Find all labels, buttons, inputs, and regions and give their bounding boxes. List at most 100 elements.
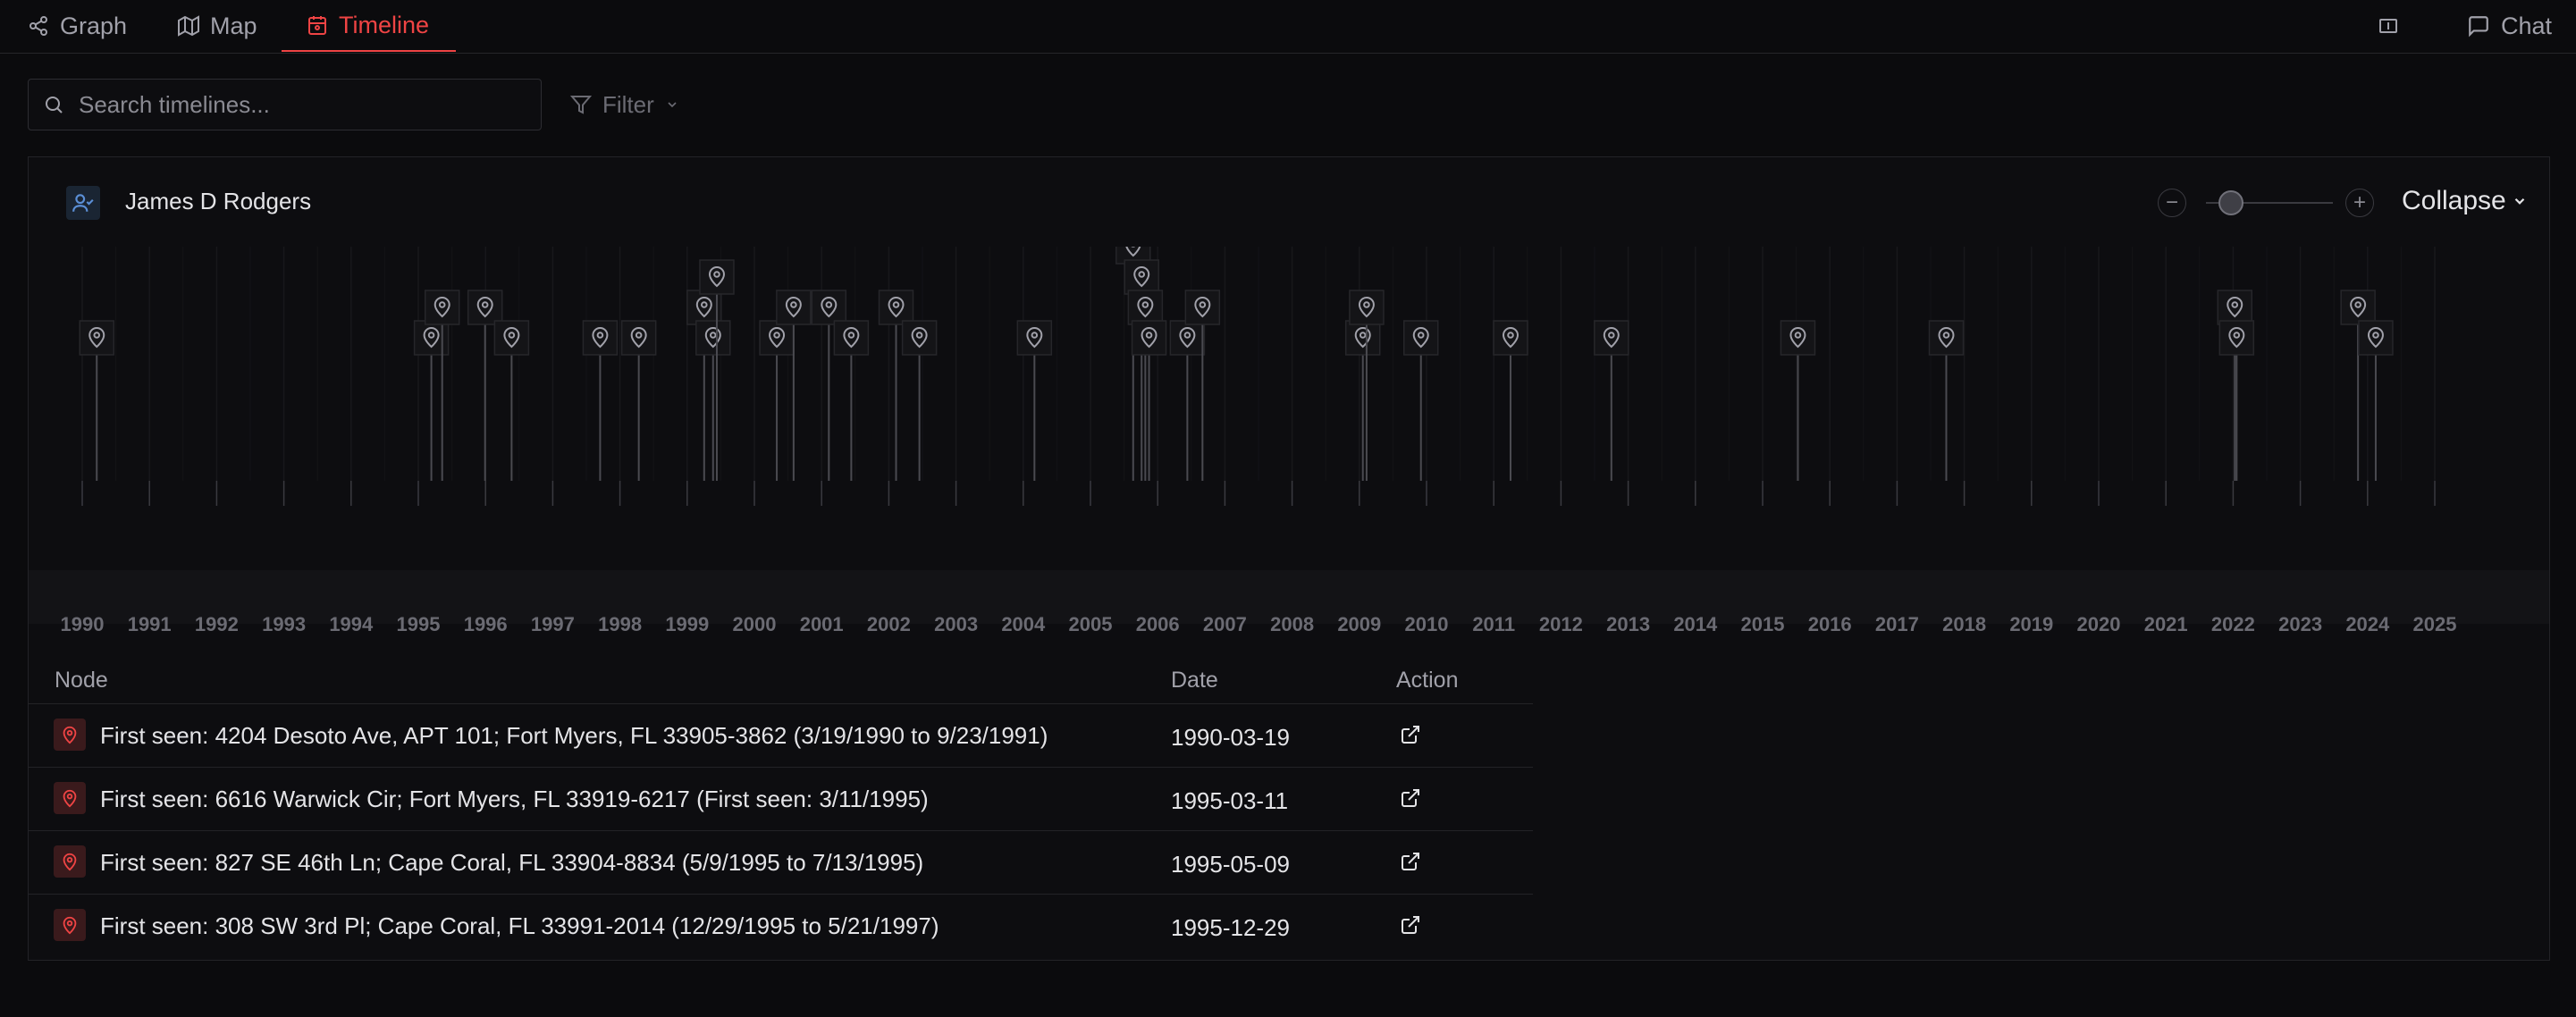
row-node-text: First seen: 6616 Warwick Cir; Fort Myers… [100,786,929,812]
timeline-event-pin[interactable] [1928,320,1965,481]
year-label: 2022 [2210,613,2255,635]
timeline-event-pin[interactable] [1780,320,1816,481]
open-external-button[interactable] [1396,720,1425,749]
filter-icon [570,96,592,114]
timeline-event-pin[interactable] [2340,290,2376,481]
minus-icon: − [2165,190,2178,214]
timeline-event-pin[interactable] [878,290,914,481]
year-label: 1995 [396,613,441,635]
collapse-button[interactable]: Collapse [2402,186,2528,216]
timeline-event-pin[interactable] [1344,320,1381,481]
year-label: 2012 [1538,613,1583,635]
timeline-event-pin[interactable] [1169,320,1206,481]
filter-label: Filter [602,90,654,118]
chat-button[interactable]: Chat [2467,0,2552,52]
year-label: 1990 [60,613,105,635]
chat-icon [2469,16,2488,38]
timeline-event-pin[interactable] [833,320,870,481]
year-label: 2010 [1404,613,1449,635]
year-label: 2021 [2143,613,2188,635]
year-label: 2018 [1942,613,1987,635]
open-external-button[interactable] [1396,911,1425,939]
timeline-event-pin[interactable] [901,320,938,481]
year-label: 2024 [2345,613,2390,635]
chevron-down-icon [668,102,677,108]
user-check-icon [72,194,94,212]
graph-icon [29,16,47,36]
timeline-event-pin[interactable] [1493,320,1528,481]
year-label: 2023 [2278,613,2323,635]
year-label: 2004 [1001,613,1046,635]
timeline-event-pin[interactable] [582,320,619,481]
year-label: 1994 [329,613,374,635]
search-input[interactable] [77,89,527,120]
timeline-event-pin[interactable] [1131,320,1167,481]
timeline-event-pin[interactable] [1349,290,1385,481]
split-view-button[interactable] [2378,0,2399,52]
tab-timeline[interactable]: Timeline [282,0,456,52]
zoom-out-button[interactable]: − [2158,189,2186,217]
timeline-event-pin[interactable] [620,320,657,481]
search-icon [46,97,63,113]
year-label: 2001 [799,613,844,635]
year-label: 2017 [1874,613,1919,635]
year-label: 1996 [463,613,508,635]
table-row[interactable]: First seen: 308 SW 3rd Pl; Cape Coral, F… [29,894,1533,957]
timeline-event-pin[interactable] [1402,320,1439,481]
timeline-event-pin[interactable] [1016,320,1053,481]
filter-button[interactable]: Filter [570,79,679,130]
person-name: James D Rodgers [125,188,312,214]
tab-map-label: Map [210,12,257,39]
open-external-button[interactable] [1396,784,1425,812]
timeline-event-pin[interactable] [424,290,460,481]
open-external-button[interactable] [1396,847,1425,876]
row-node-text: First seen: 827 SE 46th Ln; Cape Coral, … [100,849,924,876]
tab-graph[interactable]: Graph [28,0,127,52]
timeline-chart [79,247,2436,506]
year-label: 2000 [732,613,777,635]
split-view-icon [2379,19,2397,33]
map-icon [178,15,199,37]
timeline-event-pin[interactable] [2358,320,2394,481]
timeline-event-pin[interactable] [811,290,847,481]
header-date: Date [1171,668,1218,693]
year-label: 2015 [1740,613,1785,635]
timeline-event-pin[interactable] [467,290,503,481]
row-date-text: 1995-03-11 [1171,787,1289,814]
zoom-in-button[interactable]: + [2345,189,2374,217]
year-label: 2020 [2076,613,2121,635]
external-link-icon [1402,789,1419,807]
timeline-event-pin[interactable] [79,320,114,481]
timeline-event-pin[interactable] [695,320,731,481]
timeline-event-pin[interactable] [759,320,795,481]
header-node: Node [55,668,108,693]
collapse-label: Collapse [2402,186,2506,215]
timeline-event-pin[interactable] [2218,320,2255,481]
year-label: 2007 [1202,613,1247,635]
timeline-event-pin[interactable] [1184,290,1221,481]
location-pin-icon [54,782,86,814]
year-label: 1992 [194,613,239,635]
year-label: 2008 [1270,613,1315,635]
table-row[interactable]: First seen: 4204 Desoto Ave, APT 101; Fo… [29,703,1533,767]
year-label: 2014 [1673,613,1718,635]
year-label: 1999 [665,613,710,635]
table-row[interactable]: First seen: 6616 Warwick Cir; Fort Myers… [29,767,1533,830]
table-row[interactable]: First seen: 827 SE 46th Ln; Cape Coral, … [29,830,1533,894]
location-pin-icon [54,719,86,751]
timeline-card: James D Rodgers − + Collapse 1990 1991 199… [28,156,2550,961]
timeline-event-pin[interactable] [493,320,530,481]
year-label: 2005 [1068,613,1113,635]
chevron-down-icon [2514,198,2525,205]
year-label: 1998 [598,613,643,635]
timeline-event-pin[interactable] [413,320,450,481]
year-label: 1993 [262,613,307,635]
zoom-slider-thumb[interactable] [2218,190,2244,215]
year-label: 2006 [1135,613,1180,635]
timeline-event-pin[interactable] [1594,320,1629,481]
timeline-event-pin[interactable] [776,290,812,481]
year-label: 2013 [1606,613,1651,635]
row-date-text: 1995-05-09 [1171,851,1290,878]
tab-map[interactable]: Map [178,0,257,52]
timeline-event-pin[interactable] [2217,290,2253,481]
